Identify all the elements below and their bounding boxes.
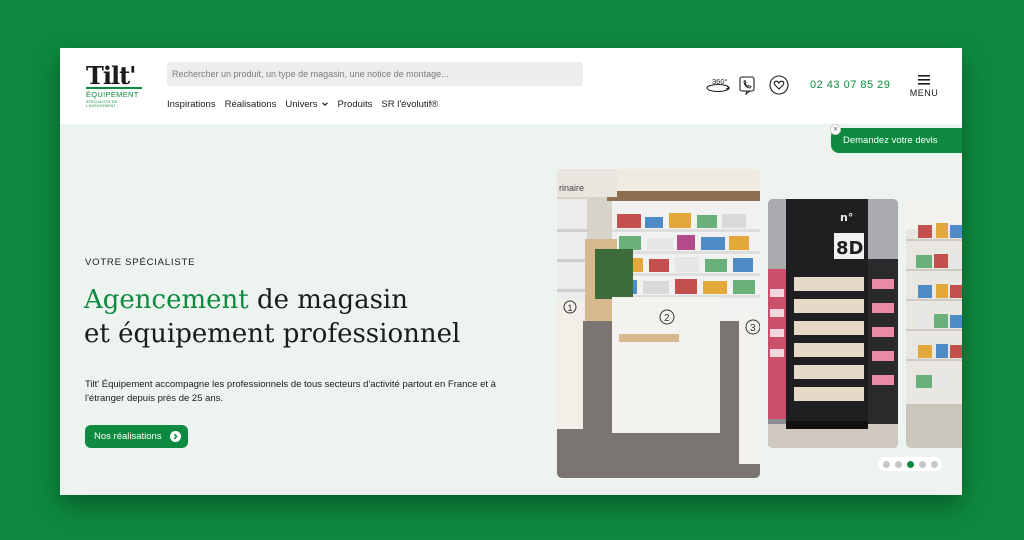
heart-favorites-icon[interactable] xyxy=(768,75,790,95)
carousel-pagination xyxy=(878,457,942,471)
carousel-dot[interactable] xyxy=(930,460,938,468)
close-icon[interactable]: × xyxy=(830,124,841,135)
carousel-slide-cosmetics[interactable]: n° 8D xyxy=(768,199,898,448)
pharmacy-sign: rinaire xyxy=(559,183,584,193)
hero-headline-accent: Agencement xyxy=(84,285,249,315)
cosmetics-photo: n° 8D xyxy=(768,199,898,448)
carousel-dot[interactable] xyxy=(918,460,926,468)
site-logo[interactable]: Tilt' ÉQUIPEMENT SPÉCIALISTE DE L'AGENCE… xyxy=(86,64,144,108)
counter-number-1: 1 xyxy=(568,303,573,313)
chevron-down-icon xyxy=(321,102,328,107)
nav-item-label: Produits xyxy=(337,98,373,110)
logo-subtitle: ÉQUIPEMENT xyxy=(86,90,139,99)
search-input[interactable] xyxy=(167,62,583,86)
carousel-dot[interactable] xyxy=(894,460,902,468)
phone-number-link[interactable]: 02 43 07 85 29 xyxy=(810,79,890,91)
aisle-sign: 8D xyxy=(836,238,863,259)
carousel-slide-aisle[interactable] xyxy=(906,199,962,448)
main-nav: Inspirations Réalisations Univers Produi… xyxy=(167,98,438,110)
browser-window: Tilt' ÉQUIPEMENT SPÉCIALISTE DE L'AGENCE… xyxy=(60,48,962,495)
menu-label: MENU xyxy=(909,88,939,98)
pharmacy-photo: rinaire 1 2 3 xyxy=(557,169,760,478)
carousel-dot[interactable] xyxy=(882,460,890,468)
logo-mark: Tilt' xyxy=(86,64,142,89)
360-view-icon[interactable]: 360° xyxy=(705,75,731,95)
nav-item-sr-evolutif[interactable]: SR l'évolutif® xyxy=(381,99,438,110)
hero-description: Tilt' Équipement accompagne les professi… xyxy=(85,379,496,404)
hero-headline: Agencement de magasin et équipement prof… xyxy=(84,283,544,351)
carousel-dot-active[interactable] xyxy=(906,460,914,468)
nav-item-label: Réalisations xyxy=(224,98,277,110)
nav-item-univers[interactable]: Univers xyxy=(285,99,328,110)
carousel-slide-pharmacy[interactable]: rinaire 1 2 3 xyxy=(557,169,760,478)
quote-request-label: Demandez votre devis xyxy=(843,135,938,146)
logo-tagline: SPÉCIALISTE DE L'AGENCEMENT xyxy=(86,100,118,108)
hamburger-icon xyxy=(918,75,930,85)
site-header: Tilt' ÉQUIPEMENT SPÉCIALISTE DE L'AGENCE… xyxy=(60,48,962,124)
aisle-photo xyxy=(906,199,962,448)
counter-number-3: 3 xyxy=(750,323,756,334)
counter-number-2: 2 xyxy=(664,313,670,324)
aisle-sign-small: n° xyxy=(840,211,853,224)
hero-headline-rest: de magasin xyxy=(248,285,408,315)
nav-item-label: Inspirations xyxy=(167,98,216,110)
menu-button[interactable]: MENU xyxy=(908,75,940,101)
nav-item-label: SR l'évolutif® xyxy=(381,98,439,110)
nav-item-produits[interactable]: Produits xyxy=(338,99,373,110)
quote-request-button[interactable]: Demandez votre devis xyxy=(831,128,962,153)
hero-eyebrow: VOTRE SPÉCIALISTE xyxy=(85,257,196,268)
realisations-button-label: Nos réalisations xyxy=(94,431,162,442)
nav-item-realisations[interactable]: Réalisations xyxy=(225,99,277,110)
phone-contact-icon[interactable] xyxy=(738,75,758,95)
nav-item-label: Univers xyxy=(285,98,318,110)
nav-item-inspirations[interactable]: Inspirations xyxy=(167,99,216,110)
arrow-right-icon xyxy=(169,431,181,442)
realisations-button[interactable]: Nos réalisations xyxy=(85,425,188,448)
hero-headline-line2: et équipement professionnel xyxy=(84,319,461,349)
